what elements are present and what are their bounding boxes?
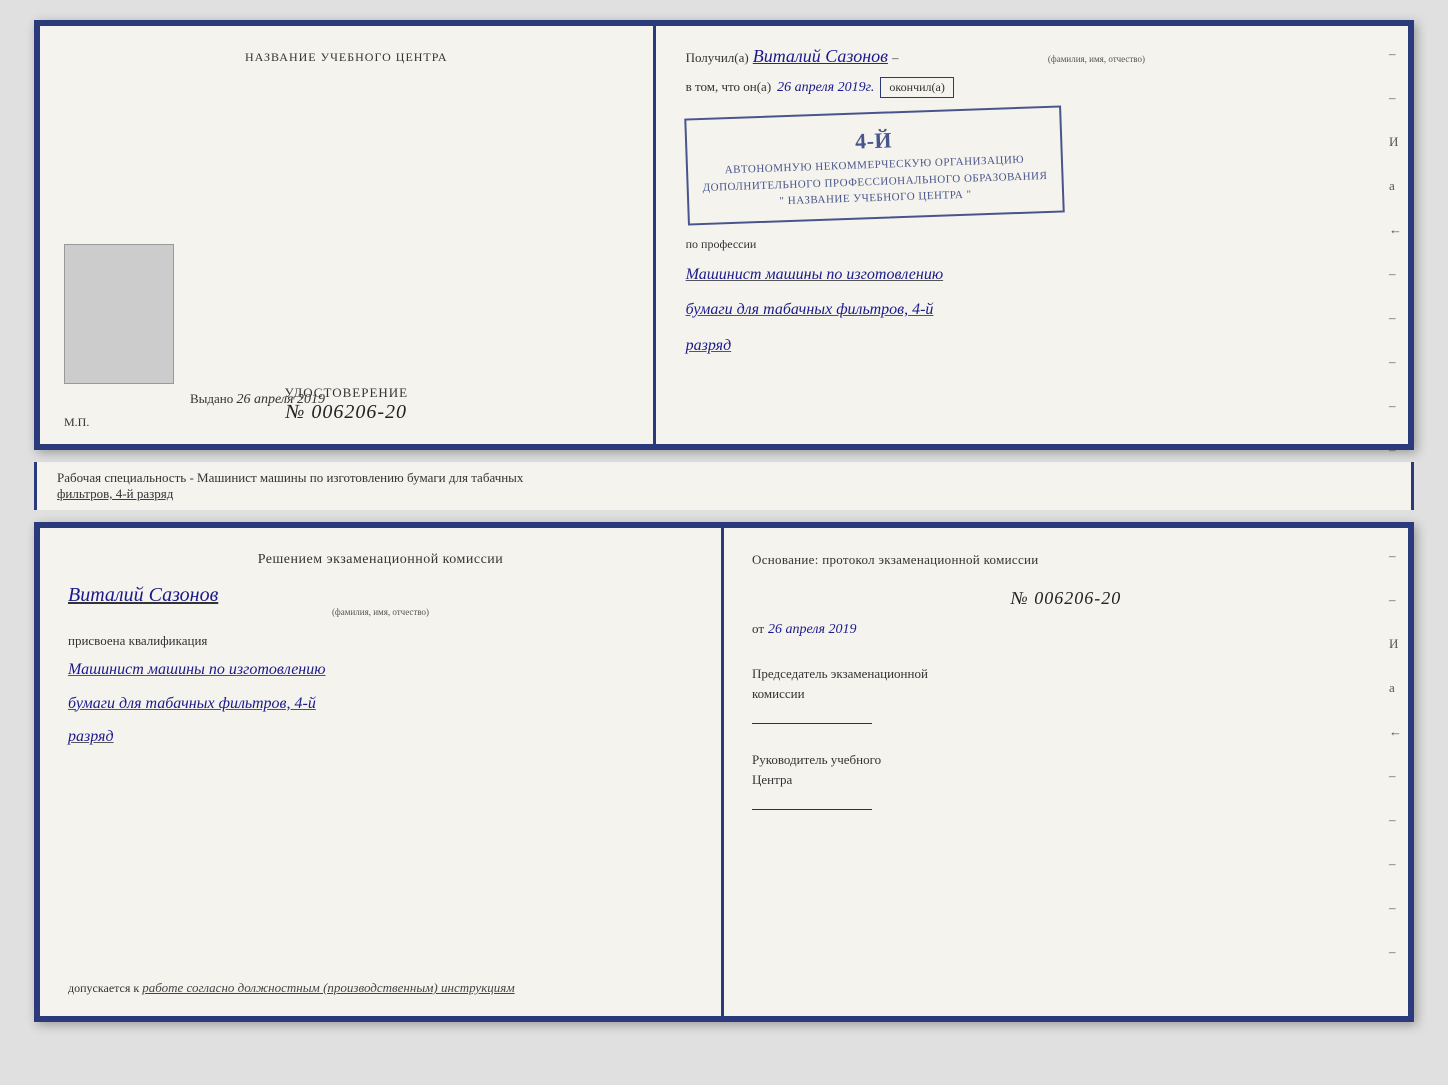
certificate-top: НАЗВАНИЕ УЧЕБНОГО ЦЕНТРА УДОСТОВЕРЕНИЕ №…: [34, 20, 1414, 450]
okonchil-box: окончил(а): [880, 77, 953, 98]
b-dash-7: –: [1389, 944, 1402, 960]
predsedatel-line2: комиссии: [752, 684, 1380, 704]
predsedatel-line1: Председатель экзаменационной: [752, 664, 1380, 684]
poluchil-line: Получил(а) Виталий Сазонов – (фамилия, и…: [686, 46, 1384, 67]
osnovanie-text: Основание: протокол экзаменационной коми…: [752, 552, 1380, 568]
dash1: –: [892, 50, 899, 66]
mp-label: М.П.: [64, 415, 89, 430]
ot-prefix: от: [752, 621, 764, 637]
annotation-bar: Рабочая специальность - Машинист машины …: [34, 462, 1414, 510]
resheniyem-text: Решением экзаменационной комиссии: [68, 552, 693, 568]
ot-date: 26 апреля 2019: [768, 622, 856, 638]
bottom-fio-sub: (фамилия, имя, отчество): [68, 607, 693, 617]
b-arrow-label: ←: [1389, 724, 1402, 740]
rukovoditel-line1: Руководитель учебного: [752, 750, 1380, 770]
dash-4: –: [1389, 310, 1402, 326]
cert-top-right-panel: Получил(а) Виталий Сазонов – (фамилия, и…: [656, 26, 1408, 444]
po-professii-label: по профессии: [686, 237, 1384, 252]
certificate-bottom: Решением экзаменационной комиссии Витали…: [34, 522, 1414, 1022]
vtom-prefix: в том, что он(а): [686, 79, 772, 95]
photo-placeholder: [64, 244, 174, 384]
b-i-label: И: [1389, 636, 1402, 652]
prisvoyena-label: присвоена квалификация: [68, 633, 693, 649]
fio-sublabel-top: (фамилия, имя, отчество): [996, 54, 1196, 64]
dash-2: –: [1389, 90, 1402, 106]
bottom-fio-block: Виталий Сазонов (фамилия, имя, отчество): [68, 584, 693, 617]
profession-line2: бумаги для табачных фильтров, 4-й: [686, 297, 1384, 323]
qual-line3: разряд: [68, 724, 693, 750]
vydano-date: 26 апреля 2019: [237, 392, 325, 407]
dash-6: –: [1389, 398, 1402, 414]
vydano-prefix: Выдано: [190, 391, 233, 406]
stamp-block: 4-й АВТОНОМНУЮ НЕКОММЕРЧЕСКУЮ ОРГАНИЗАЦИ…: [684, 105, 1064, 225]
predsedatel-block: Председатель экзаменационной комиссии: [752, 664, 1380, 724]
a-label: а: [1389, 178, 1402, 194]
profession-line3: разряд: [686, 333, 1384, 359]
vtom-date: 26 апреля 2019г.: [777, 80, 874, 96]
arrow-label: ←: [1389, 222, 1402, 238]
profession-line1: Машинист машины по изготовлению: [686, 262, 1384, 288]
poluchil-prefix: Получил(а): [686, 50, 749, 66]
right-dashes-bottom: – – И а ← – – – – –: [1389, 548, 1402, 960]
annotation-line1: Рабочая специальность - Машинист машины …: [57, 470, 1391, 486]
b-dash-3: –: [1389, 768, 1402, 784]
b-dash-2: –: [1389, 592, 1402, 608]
rukovoditel-line2: Центра: [752, 770, 1380, 790]
bottom-fio: Виталий Сазонов: [68, 584, 218, 606]
dopusk-text: работе согласно должностным (производств…: [142, 980, 514, 995]
stamp-area: 4-й АВТОНОМНУЮ НЕКОММЕРЧЕСКУЮ ОРГАНИЗАЦИ…: [686, 108, 1384, 223]
dopusk-prefix: допускается к: [68, 981, 139, 995]
right-dashes-top: – – И а ← – – – – –: [1389, 46, 1402, 458]
b-dash-5: –: [1389, 856, 1402, 872]
i-label: И: [1389, 134, 1402, 150]
bottom-number-block: № 006206-20: [752, 588, 1380, 609]
dash-5: –: [1389, 354, 1402, 370]
b-dash-4: –: [1389, 812, 1402, 828]
qual-line1: Машинист машины по изготовлению: [68, 657, 693, 683]
recipient-fio: Виталий Сазонов: [753, 46, 888, 67]
b-dash-1: –: [1389, 548, 1402, 564]
predsedatel-signature-line: [752, 723, 872, 724]
ot-line: от 26 апреля 2019: [752, 621, 1380, 638]
qual-line2: бумаги для табачных фильтров, 4-й: [68, 691, 693, 717]
vydano-line: Выдано 26 апреля 2019: [190, 391, 325, 408]
training-center-title: НАЗВАНИЕ УЧЕБНОГО ЦЕНТРА: [245, 50, 448, 65]
cert-bottom-left-panel: Решением экзаменационной комиссии Витали…: [40, 528, 724, 1016]
dash-3: –: [1389, 266, 1402, 282]
bottom-cert-number: № 006206-20: [1011, 588, 1121, 608]
vtom-line: в том, что он(а) 26 апреля 2019г. окончи…: [686, 77, 1384, 98]
b-dash-6: –: [1389, 900, 1402, 916]
dash-1: –: [1389, 46, 1402, 62]
cert-bottom-right-panel: Основание: протокол экзаменационной коми…: [724, 528, 1408, 1016]
b-a-label: а: [1389, 680, 1402, 696]
annotation-line2: фильтров, 4-й разряд: [57, 486, 1391, 502]
rukovoditel-signature-line: [752, 809, 872, 810]
dopuskaetsya-block: допускается к работе согласно должностны…: [68, 980, 515, 996]
cert-top-left-panel: НАЗВАНИЕ УЧЕБНОГО ЦЕНТРА УДОСТОВЕРЕНИЕ №…: [40, 26, 656, 444]
rukovoditel-block: Руководитель учебного Центра: [752, 750, 1380, 810]
dash-7: –: [1389, 442, 1402, 458]
